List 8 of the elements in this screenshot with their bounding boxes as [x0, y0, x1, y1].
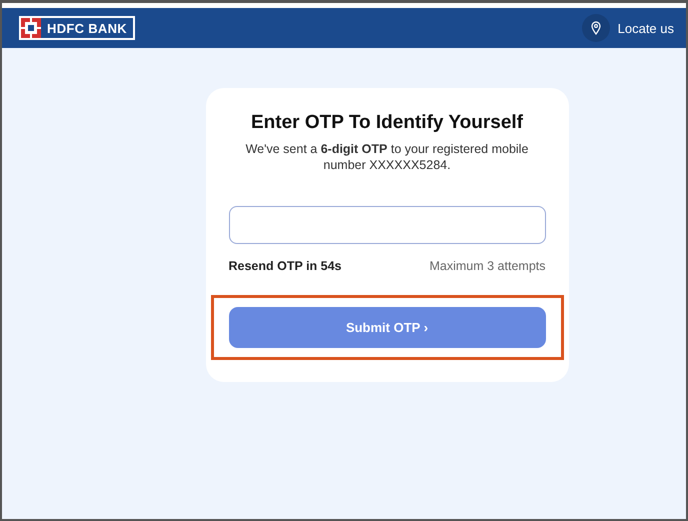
resend-timer: Resend OTP in 54s — [228, 259, 342, 273]
otp-input-field[interactable] — [228, 206, 546, 244]
page-title: Enter OTP To Identify Yourself — [250, 112, 524, 134]
attempts-note: Maximum 3 attempts — [429, 259, 546, 273]
location-pin-icon[interactable] — [582, 14, 610, 42]
logo-text: HDFC BANK — [47, 20, 127, 36]
locate-us-link[interactable]: Locate us — [618, 20, 674, 36]
otp-sent-message: We've sent a 6-digit OTP to your registered mobile number XXXXXX5284. — [244, 141, 530, 173]
